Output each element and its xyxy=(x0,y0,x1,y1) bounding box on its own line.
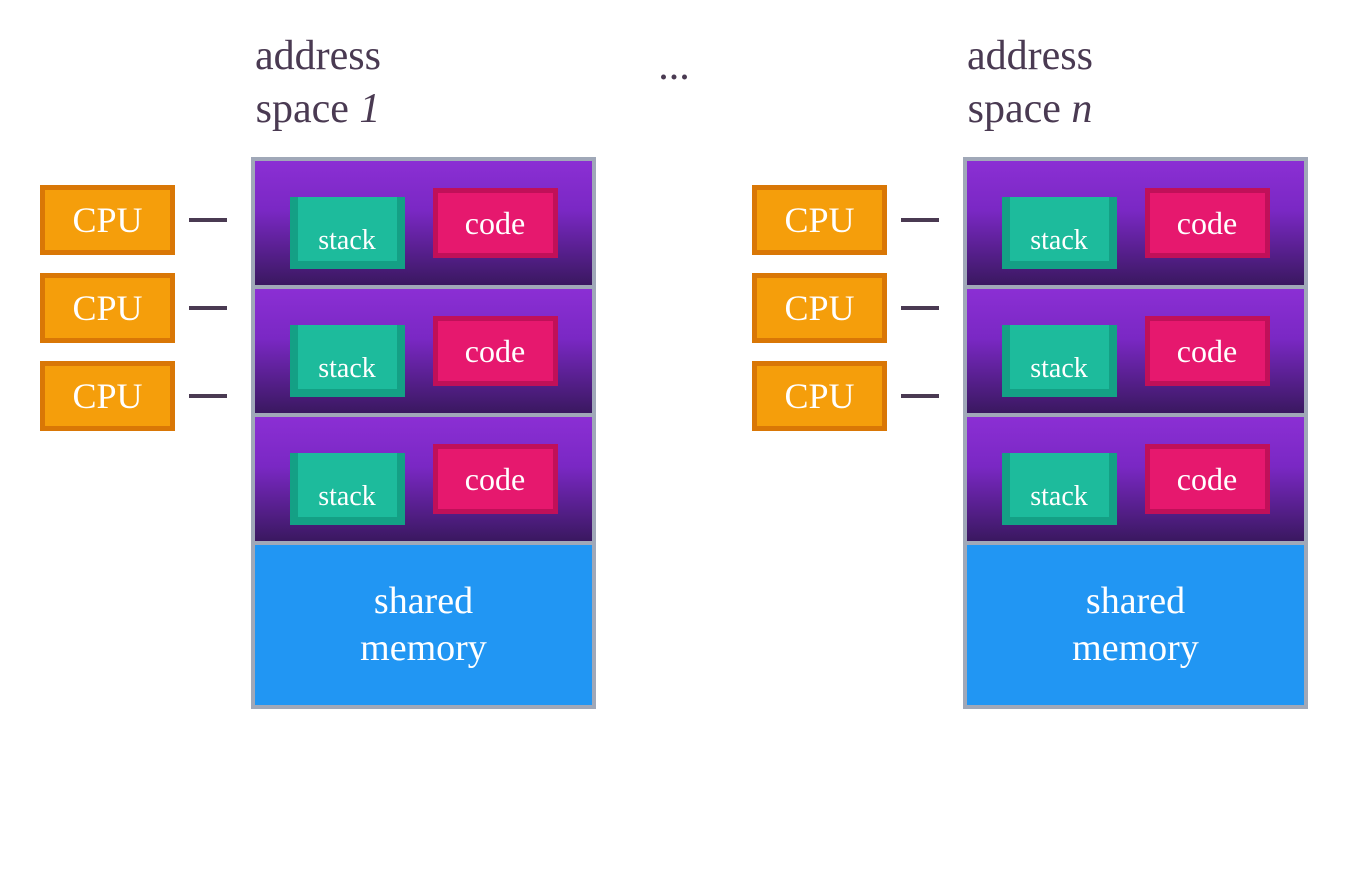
ellipsis: ... xyxy=(636,42,712,90)
address-space-n-title: address space n xyxy=(967,30,1093,135)
cpu-box: CPU xyxy=(752,361,887,431)
cpu-row: CPU xyxy=(752,361,939,431)
memory-column-1: stack code stack code stack code shared … xyxy=(251,157,596,709)
memory-column-n: stack code stack code stack code shared … xyxy=(963,157,1308,709)
connector-line xyxy=(901,394,939,398)
thread-box: stack code xyxy=(967,289,1304,417)
cpu-box: CPU xyxy=(40,361,175,431)
code-box: code xyxy=(1145,316,1270,386)
title-line2-prefix: space xyxy=(256,86,360,132)
cpu-row: CPU xyxy=(40,361,227,431)
connector-line xyxy=(189,394,227,398)
code-box: code xyxy=(1145,444,1270,514)
stack-box: stack xyxy=(1002,197,1117,269)
connector-line xyxy=(901,306,939,310)
cpu-row: CPU xyxy=(40,185,227,255)
shared-line2: memory xyxy=(1072,625,1199,673)
title-line2-num: n xyxy=(1071,86,1092,132)
cpu-column-n: CPU CPU CPU xyxy=(752,157,939,431)
title-line2-prefix: space xyxy=(968,86,1072,132)
code-box: code xyxy=(1145,188,1270,258)
shared-line1: shared xyxy=(374,578,473,626)
thread-box: stack code xyxy=(967,417,1304,545)
title-line1: address xyxy=(967,33,1093,79)
stack-box: stack xyxy=(290,325,405,397)
thread-box: stack code xyxy=(967,161,1304,289)
connector-line xyxy=(189,218,227,222)
address-space-n-body: CPU CPU CPU stack code stack xyxy=(752,157,1308,709)
address-space-n: address space n CPU CPU CPU xyxy=(752,30,1308,709)
stack-box: stack xyxy=(290,197,405,269)
address-space-1-body: CPU CPU CPU stack code stack xyxy=(40,157,596,709)
shared-memory-box: shared memory xyxy=(255,545,592,705)
code-box: code xyxy=(433,444,558,514)
cpu-column-1: CPU CPU CPU xyxy=(40,157,227,431)
cpu-row: CPU xyxy=(752,273,939,343)
shared-memory-box: shared memory xyxy=(967,545,1304,705)
cpu-row: CPU xyxy=(40,273,227,343)
thread-box: stack code xyxy=(255,289,592,417)
connector-line xyxy=(901,218,939,222)
stack-box: stack xyxy=(290,453,405,525)
address-space-1: address space 1 CPU CPU CPU xyxy=(40,30,596,709)
title-line1: address xyxy=(255,33,381,79)
shared-line1: shared xyxy=(1086,578,1185,626)
cpu-row: CPU xyxy=(752,185,939,255)
cpu-box: CPU xyxy=(40,185,175,255)
stack-box: stack xyxy=(1002,453,1117,525)
address-space-1-title: address space 1 xyxy=(255,30,381,135)
stack-box: stack xyxy=(1002,325,1117,397)
cpu-box: CPU xyxy=(40,273,175,343)
cpu-box: CPU xyxy=(752,185,887,255)
cpu-box: CPU xyxy=(752,273,887,343)
connector-line xyxy=(189,306,227,310)
code-box: code xyxy=(433,316,558,386)
thread-box: stack code xyxy=(255,161,592,289)
shared-line2: memory xyxy=(360,625,487,673)
thread-box: stack code xyxy=(255,417,592,545)
title-line2-num: 1 xyxy=(359,86,380,132)
code-box: code xyxy=(433,188,558,258)
address-space-diagram: address space 1 CPU CPU CPU xyxy=(40,30,1308,850)
